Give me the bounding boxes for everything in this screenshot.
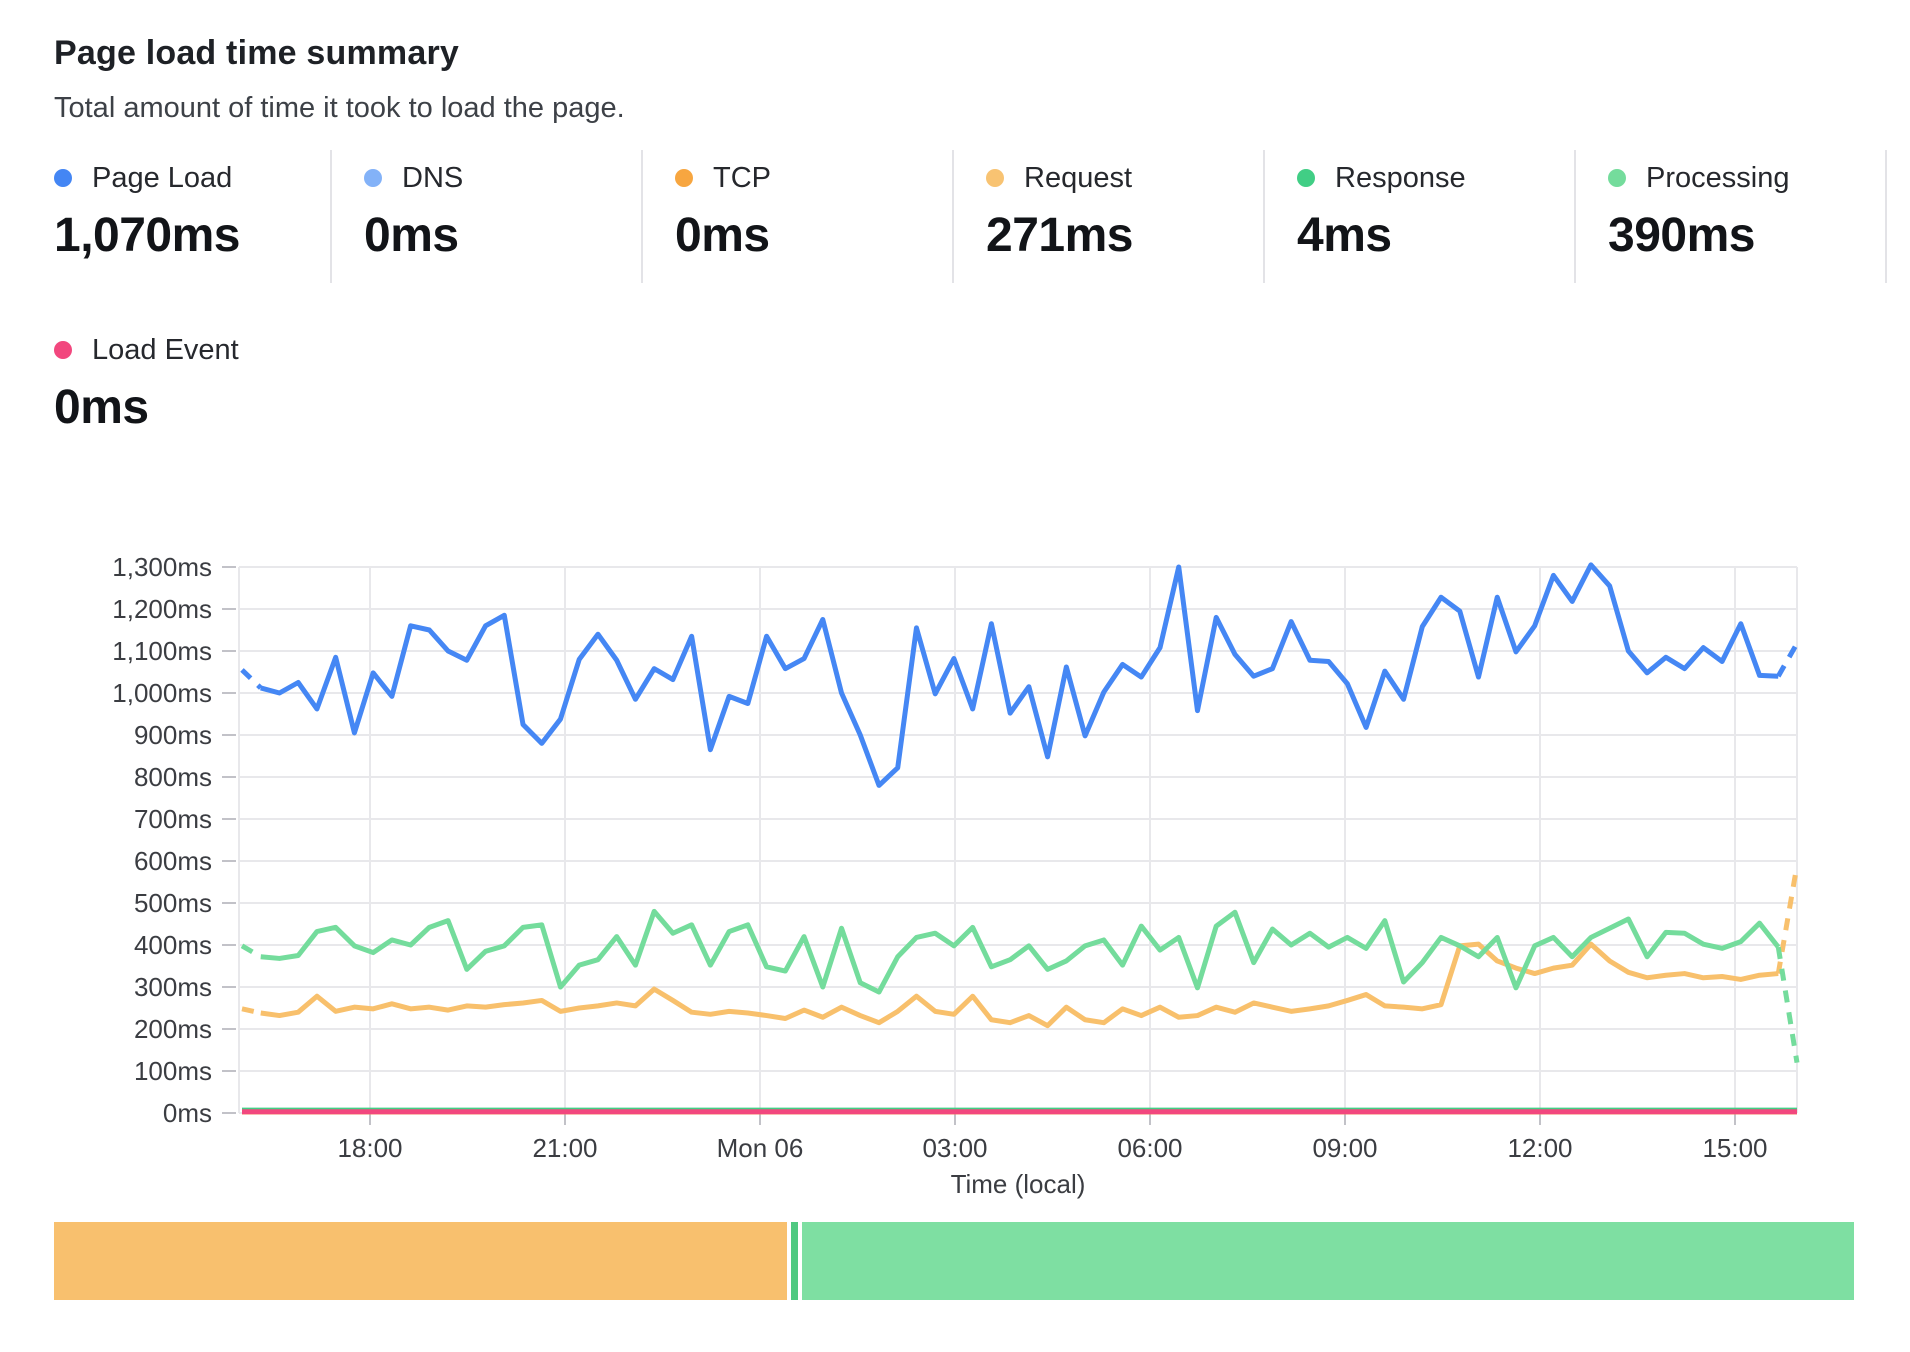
- chart-svg[interactable]: 0ms 100ms 200ms 300ms 400ms 500ms 600ms 700ms 80…: [0, 540, 1910, 1240]
- svg-text:1,100ms: 1,100ms: [112, 636, 212, 666]
- page-load-dot-icon: [54, 169, 72, 187]
- page-subtitle: Total amount of time it took to load the…: [54, 92, 625, 125]
- stat-response: Response 4ms: [1265, 150, 1576, 283]
- svg-text:200ms: 200ms: [134, 1014, 212, 1044]
- svg-text:Time (local): Time (local): [951, 1169, 1086, 1199]
- page-title: Page load time summary: [54, 34, 459, 73]
- svg-text:06:00: 06:00: [1117, 1133, 1182, 1163]
- stat-value: 0ms: [54, 380, 332, 435]
- stat-label: Request: [1024, 162, 1132, 195]
- svg-text:15:00: 15:00: [1702, 1133, 1767, 1163]
- svg-text:400ms: 400ms: [134, 930, 212, 960]
- stat-value: 271ms: [986, 208, 1263, 263]
- stat-request: Request 271ms: [954, 150, 1265, 283]
- svg-text:09:00: 09:00: [1312, 1133, 1377, 1163]
- svg-text:Mon 06: Mon 06: [717, 1133, 804, 1163]
- stat-label: Processing: [1646, 162, 1789, 195]
- svg-text:100ms: 100ms: [134, 1056, 212, 1086]
- stat-label: Page Load: [92, 162, 232, 195]
- svg-text:700ms: 700ms: [134, 804, 212, 834]
- svg-text:0ms: 0ms: [163, 1098, 212, 1128]
- stat-value: 4ms: [1297, 208, 1574, 263]
- timeline-processing-segment[interactable]: [802, 1222, 1854, 1300]
- processing-dot-icon: [1608, 169, 1626, 187]
- svg-text:18:00: 18:00: [337, 1133, 402, 1163]
- timeline-bar: [54, 1222, 1857, 1300]
- stat-value: 0ms: [675, 208, 952, 263]
- stat-label: Load Event: [92, 334, 239, 367]
- stat-label: TCP: [713, 162, 771, 195]
- stat-processing: Processing 390ms: [1576, 150, 1887, 283]
- svg-text:03:00: 03:00: [922, 1133, 987, 1163]
- svg-text:800ms: 800ms: [134, 762, 212, 792]
- stat-value: 0ms: [364, 208, 641, 263]
- page-load-time-chart: 0ms 100ms 200ms 300ms 400ms 500ms 600ms 700ms 80…: [0, 540, 1910, 1240]
- stat-value: 1,070ms: [54, 208, 330, 263]
- svg-text:1,300ms: 1,300ms: [112, 552, 212, 582]
- svg-text:500ms: 500ms: [134, 888, 212, 918]
- stat-load-event: Load Event 0ms: [0, 322, 332, 455]
- svg-text:1,000ms: 1,000ms: [112, 678, 212, 708]
- tcp-dot-icon: [675, 169, 693, 187]
- timeline-response-segment[interactable]: [791, 1222, 798, 1300]
- svg-text:21:00: 21:00: [532, 1133, 597, 1163]
- svg-text:900ms: 900ms: [134, 720, 212, 750]
- stat-label: DNS: [402, 162, 463, 195]
- svg-text:600ms: 600ms: [134, 846, 212, 876]
- svg-text:12:00: 12:00: [1507, 1133, 1572, 1163]
- svg-text:300ms: 300ms: [134, 972, 212, 1002]
- timeline-request-segment[interactable]: [54, 1222, 787, 1300]
- svg-text:1,200ms: 1,200ms: [112, 594, 212, 624]
- stat-tcp: TCP 0ms: [643, 150, 954, 283]
- dns-dot-icon: [364, 169, 382, 187]
- stat-page-load: Page Load 1,070ms: [0, 150, 332, 283]
- load-event-dot-icon: [54, 341, 72, 359]
- stat-label: Response: [1335, 162, 1466, 195]
- stat-dns: DNS 0ms: [332, 150, 643, 283]
- stats-row: Page Load 1,070ms DNS 0ms TCP 0ms Reques…: [0, 150, 1887, 283]
- stats-row-2: Load Event 0ms: [0, 322, 332, 455]
- request-dot-icon: [986, 169, 1004, 187]
- response-dot-icon: [1297, 169, 1315, 187]
- stat-value: 390ms: [1608, 208, 1885, 263]
